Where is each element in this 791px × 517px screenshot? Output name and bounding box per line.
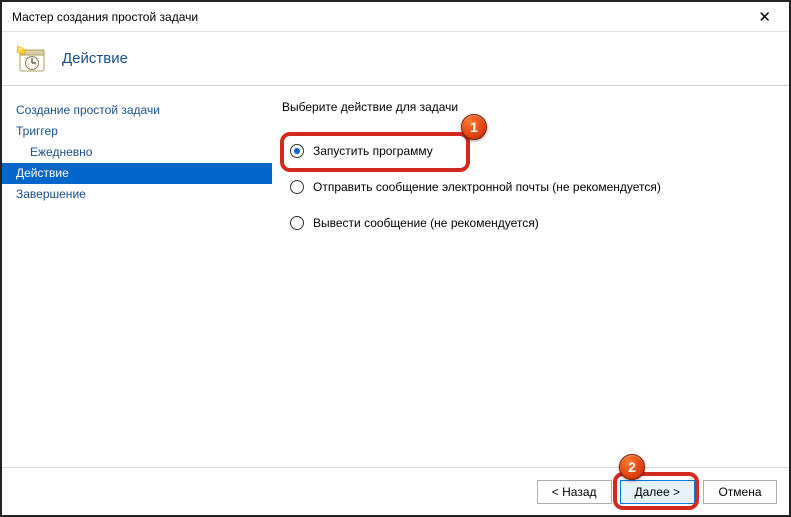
scheduler-icon — [16, 43, 48, 75]
back-button[interactable]: < Назад — [537, 480, 612, 504]
radio-label: Запустить программу — [313, 144, 433, 158]
radio-send-email[interactable]: Отправить сообщение электронной почты (н… — [282, 176, 789, 198]
radio-icon — [290, 144, 304, 158]
nav-finish[interactable]: Завершение — [2, 184, 272, 205]
content-heading: Выберите действие для задачи — [282, 100, 789, 114]
page-title: Действие — [62, 50, 128, 67]
radio-start-program[interactable]: Запустить программу — [282, 140, 789, 162]
next-button[interactable]: Далее > — [620, 480, 696, 504]
radio-label: Вывести сообщение (не рекомендуется) — [313, 216, 539, 230]
action-radio-group: Запустить программу Отправить сообщение … — [282, 140, 789, 234]
titlebar: Мастер создания простой задачи ✕ — [2, 2, 789, 32]
radio-icon — [290, 216, 304, 230]
nav-trigger[interactable]: Триггер — [2, 121, 272, 142]
wizard-window: Мастер создания простой задачи ✕ Действи… — [0, 0, 791, 517]
wizard-content: Выберите действие для задачи Запустить п… — [272, 86, 789, 467]
radio-icon — [290, 180, 304, 194]
annotation-badge-1: 1 — [461, 114, 487, 140]
nav-create-task[interactable]: Создание простой задачи — [2, 100, 272, 121]
radio-display-message[interactable]: Вывести сообщение (не рекомендуется) — [282, 212, 789, 234]
cancel-button[interactable]: Отмена — [703, 480, 777, 504]
nav-daily[interactable]: Ежедневно — [2, 142, 272, 163]
close-icon[interactable]: ✕ — [748, 6, 781, 28]
nav-action[interactable]: Действие — [2, 163, 272, 184]
wizard-footer: < Назад Далее > Отмена 2 — [2, 467, 789, 515]
wizard-body: Создание простой задачи Триггер Ежедневн… — [2, 86, 789, 467]
wizard-nav: Создание простой задачи Триггер Ежедневн… — [2, 86, 272, 467]
radio-label: Отправить сообщение электронной почты (н… — [313, 180, 661, 194]
window-title: Мастер создания простой задачи — [12, 10, 198, 24]
wizard-header: Действие — [2, 32, 789, 86]
